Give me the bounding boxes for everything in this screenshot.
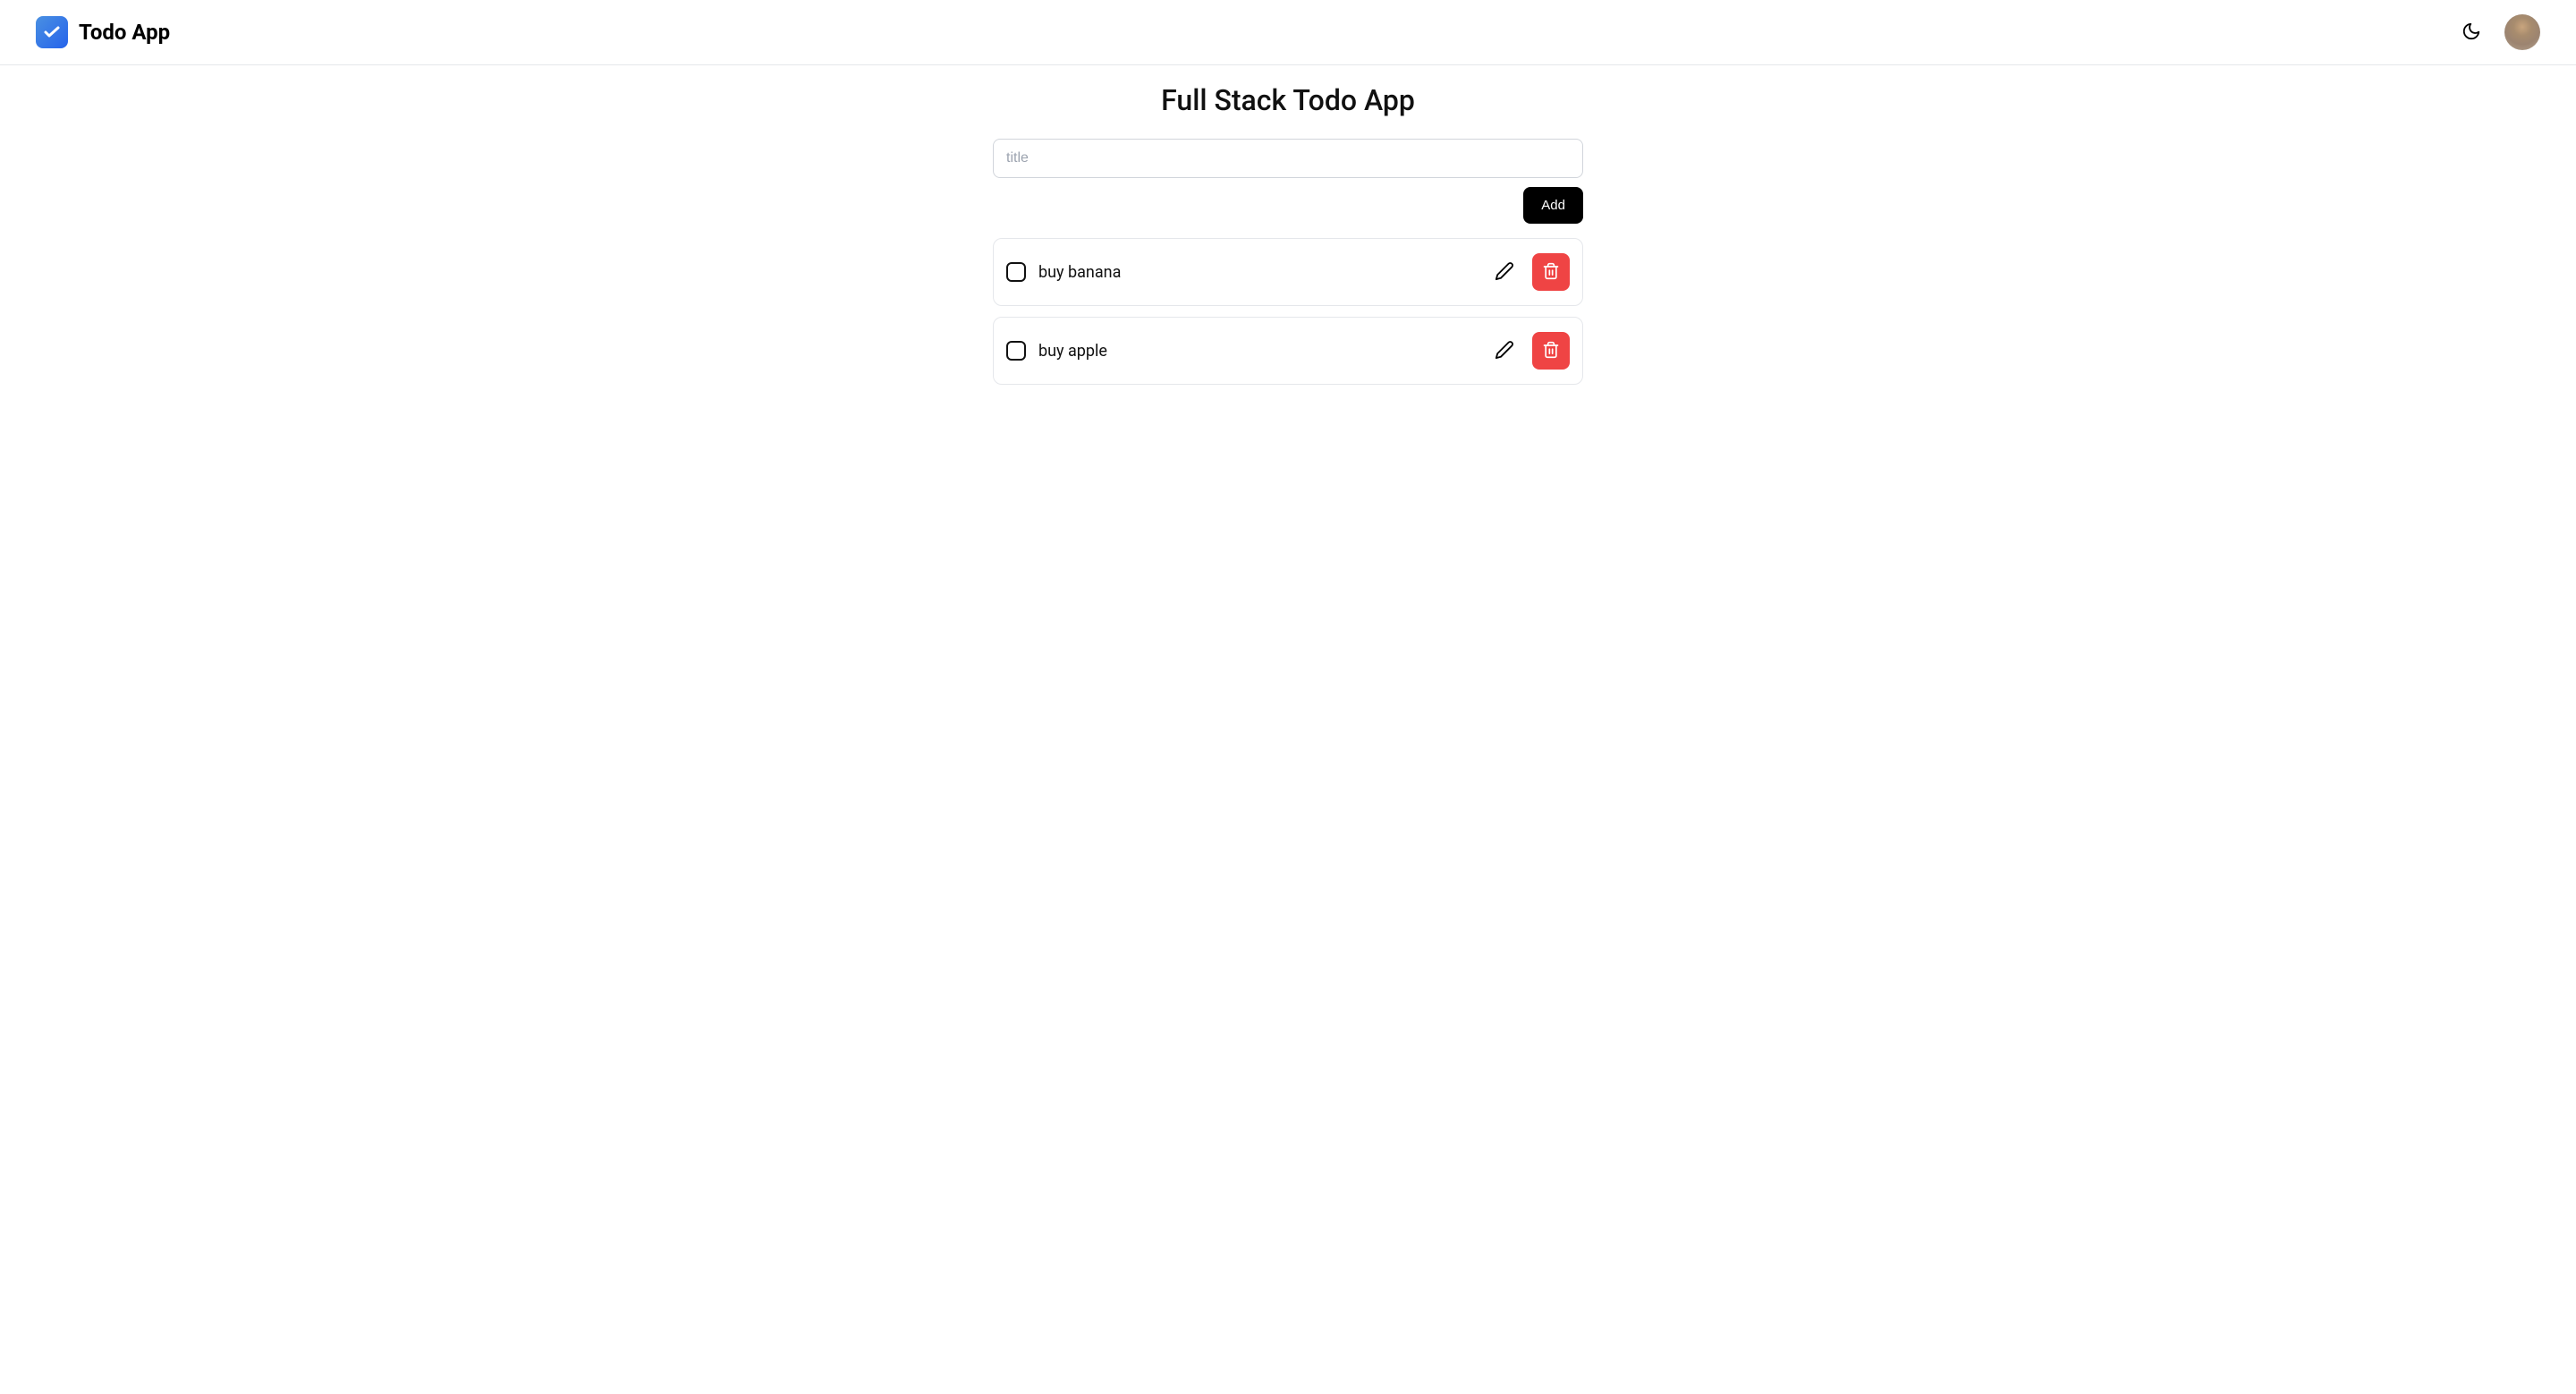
title-input[interactable] [993, 139, 1583, 178]
add-row: Add [993, 187, 1583, 224]
todo-left: buy banana [1006, 262, 1121, 282]
add-button[interactable]: Add [1523, 187, 1583, 224]
pencil-icon [1495, 340, 1514, 362]
edit-button[interactable] [1491, 258, 1518, 287]
user-avatar[interactable] [2504, 14, 2540, 50]
todo-text: buy banana [1038, 263, 1121, 282]
theme-toggle-button[interactable] [2456, 16, 2487, 49]
delete-button[interactable] [1532, 253, 1570, 291]
input-row [993, 139, 1583, 178]
todo-text: buy apple [1038, 342, 1107, 361]
header-right [2456, 14, 2540, 50]
page-title: Full Stack Todo App [993, 83, 1583, 117]
trash-icon [1542, 341, 1560, 361]
todo-left: buy apple [1006, 341, 1107, 361]
todo-checkbox[interactable] [1006, 262, 1026, 282]
todo-list: buy banana [993, 238, 1583, 385]
todo-actions [1491, 253, 1570, 291]
delete-button[interactable] [1532, 332, 1570, 370]
app-name: Todo App [79, 20, 170, 45]
todo-checkbox[interactable] [1006, 341, 1026, 361]
todo-actions [1491, 332, 1570, 370]
edit-button[interactable] [1491, 336, 1518, 366]
app-header: Todo App [0, 0, 2576, 65]
app-logo-icon [36, 16, 68, 48]
pencil-icon [1495, 261, 1514, 284]
moon-icon [2462, 21, 2481, 44]
trash-icon [1542, 262, 1560, 283]
todo-item: buy banana [993, 238, 1583, 306]
todo-item: buy apple [993, 317, 1583, 385]
main-content: Full Stack Todo App Add buy banana [975, 65, 1601, 403]
header-left: Todo App [36, 16, 170, 48]
